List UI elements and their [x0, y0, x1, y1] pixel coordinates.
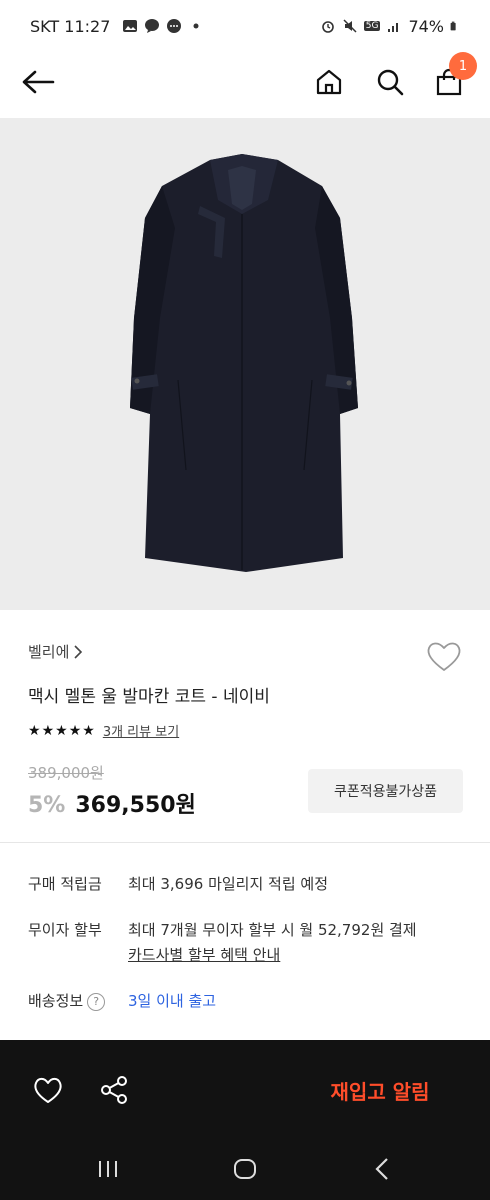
navy-coat-image [130, 154, 358, 572]
app-header [0, 52, 490, 118]
recents-icon [99, 1161, 117, 1177]
star-icon: ★ [55, 722, 68, 739]
battery-icon [450, 21, 456, 31]
battery-percent: 74% [408, 16, 444, 36]
share-icon [101, 1076, 127, 1104]
price-row: 5% 369,550원 [28, 787, 196, 819]
alarm-icon [321, 21, 334, 33]
notification-icons [122, 18, 204, 34]
delivery-label: 배송정보 [28, 992, 84, 1010]
delivery-label-row: 배송정보? [28, 990, 106, 1011]
star-icon: ★ [68, 722, 82, 739]
dot-icon [193, 23, 199, 29]
product-image[interactable] [0, 118, 490, 610]
points-value: 최대 3,696 마일리지 적립 예정 [128, 875, 329, 893]
home-nav-icon [234, 1159, 256, 1179]
status-bar: SKT 11:27 5G 74% [0, 0, 490, 52]
coupon-button[interactable]: 쿠폰적용불가상품 [308, 769, 463, 813]
network-type: 5G [363, 21, 381, 31]
system-nav-bar [0, 1136, 490, 1200]
recents-button[interactable] [88, 1152, 128, 1186]
message-icon [167, 19, 182, 33]
review-link[interactable]: 3개 리뷰 보기 [103, 721, 179, 740]
back-chevron-icon [375, 1158, 388, 1180]
home-nav-button[interactable] [225, 1152, 265, 1186]
product-name: 맥시 멜톤 울 발마칸 코트 - 네이비 [28, 687, 270, 707]
brand-name: 벨리에 [28, 643, 70, 661]
heart-icon [34, 1077, 62, 1103]
rating-stars: ★ ★ ★ ★ ★ [28, 723, 95, 739]
home-button[interactable] [307, 60, 351, 104]
points-label: 구매 적립금 [28, 875, 102, 893]
mute-icon [343, 19, 357, 33]
gallery-icon [123, 20, 138, 32]
delivery-value: 3일 이내 출고 [128, 992, 217, 1010]
bottom-wishlist-button[interactable] [28, 1070, 68, 1110]
status-time: SKT 11:27 [30, 16, 111, 36]
card-installment-link[interactable]: 카드사별 할부 혜택 안내 [128, 944, 280, 965]
divider [0, 842, 490, 843]
chevron-right-icon [74, 644, 83, 659]
back-button[interactable] [16, 60, 60, 104]
back-nav-button[interactable] [362, 1152, 402, 1186]
signal-icon [388, 23, 399, 32]
search-button[interactable] [368, 60, 412, 104]
installment-label: 무이자 할부 [28, 921, 102, 939]
help-icon[interactable]: ? [87, 992, 106, 1011]
heart-icon [427, 642, 461, 671]
original-price: 389,000원 [28, 764, 104, 782]
share-button[interactable] [94, 1070, 134, 1110]
status-left: SKT 11:27 [30, 17, 204, 36]
back-arrow-icon [22, 70, 55, 94]
star-icon: ★ [28, 722, 41, 739]
rating-row: ★ ★ ★ ★ ★ 3개 리뷰 보기 [28, 721, 179, 741]
home-icon [316, 69, 342, 95]
star-icon: ★ [41, 722, 55, 739]
brand-link[interactable]: 벨리에 [28, 641, 83, 662]
search-icon [377, 69, 404, 96]
installment-value: 최대 7개월 무이자 할부 시 월 52,792원 결제 [128, 921, 417, 939]
star-icon: ★ [82, 722, 95, 739]
talk-icon [145, 19, 160, 33]
restock-alert-button[interactable]: 재입고 알림 [300, 1070, 460, 1110]
discount-rate: 5% [28, 793, 66, 818]
wishlist-button[interactable] [424, 636, 464, 676]
status-right: 5G 74% [320, 17, 460, 36]
bottom-action-bar: 재입고 알림 [0, 1040, 490, 1136]
cart-count-badge: 1 [449, 52, 477, 80]
sale-price: 369,550원 [75, 793, 196, 818]
